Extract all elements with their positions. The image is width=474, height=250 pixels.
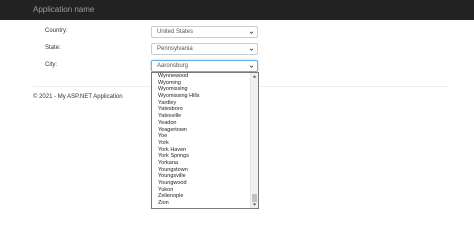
city-option[interactable]: Youngwood	[152, 180, 252, 187]
footer-text: © 2021 - My ASP.NET Application	[33, 94, 123, 100]
state-select-value: Pennsylvania	[157, 46, 193, 52]
city-option[interactable]: Yatesboro	[152, 106, 252, 113]
country-select[interactable]: United States	[151, 26, 258, 38]
city-select-value: Aaronsburg	[157, 63, 189, 69]
city-option[interactable]: Wyomissing	[152, 86, 252, 93]
city-option[interactable]: Wyoming	[152, 80, 252, 87]
state-label: State:	[45, 45, 61, 51]
city-option[interactable]: York	[152, 140, 252, 147]
city-option[interactable]: Zion	[152, 200, 252, 207]
city-option[interactable]: Yukon	[152, 187, 252, 194]
city-option[interactable]: Youngstown	[152, 167, 252, 174]
city-option[interactable]: Yardley	[152, 100, 252, 107]
chevron-down-icon	[249, 48, 254, 51]
city-option[interactable]: Youngsville	[152, 173, 252, 180]
dropdown-scrollbar[interactable]	[250, 73, 258, 208]
city-option[interactable]: Yeadon	[152, 120, 252, 127]
city-option[interactable]: York Springs	[152, 153, 252, 160]
city-select[interactable]: Aaronsburg	[151, 60, 258, 72]
city-option[interactable]: Yorkana	[152, 160, 252, 167]
navbar: Application name	[0, 0, 474, 20]
city-option[interactable]: Zelienople	[152, 193, 252, 200]
city-option[interactable]: Wynnewood	[152, 73, 252, 80]
state-select[interactable]: Pennsylvania	[151, 43, 258, 55]
chevron-down-icon	[249, 31, 254, 34]
country-select-value: United States	[157, 29, 194, 35]
scroll-up-arrow-icon[interactable]	[252, 74, 257, 79]
city-option[interactable]: Wyomissing Hills	[152, 93, 252, 100]
city-option[interactable]: Yoe	[152, 133, 252, 140]
country-label: Country:	[45, 28, 68, 34]
brand-link[interactable]: Application name	[33, 4, 94, 15]
city-label: City:	[45, 62, 57, 68]
scrollbar-thumb[interactable]	[252, 194, 257, 202]
city-option[interactable]: York Haven	[152, 147, 252, 154]
chevron-down-icon	[249, 65, 254, 68]
scroll-down-arrow-icon[interactable]	[252, 202, 257, 207]
city-options: Wynnewood Wyoming Wyomissing Wyomissing …	[152, 73, 252, 207]
page: Application name Country: United States …	[0, 0, 474, 250]
city-option[interactable]: Yeagertown	[152, 127, 252, 134]
city-dropdown-list[interactable]: Wynnewood Wyoming Wyomissing Wyomissing …	[151, 72, 259, 209]
city-option[interactable]: Yatesville	[152, 113, 252, 120]
